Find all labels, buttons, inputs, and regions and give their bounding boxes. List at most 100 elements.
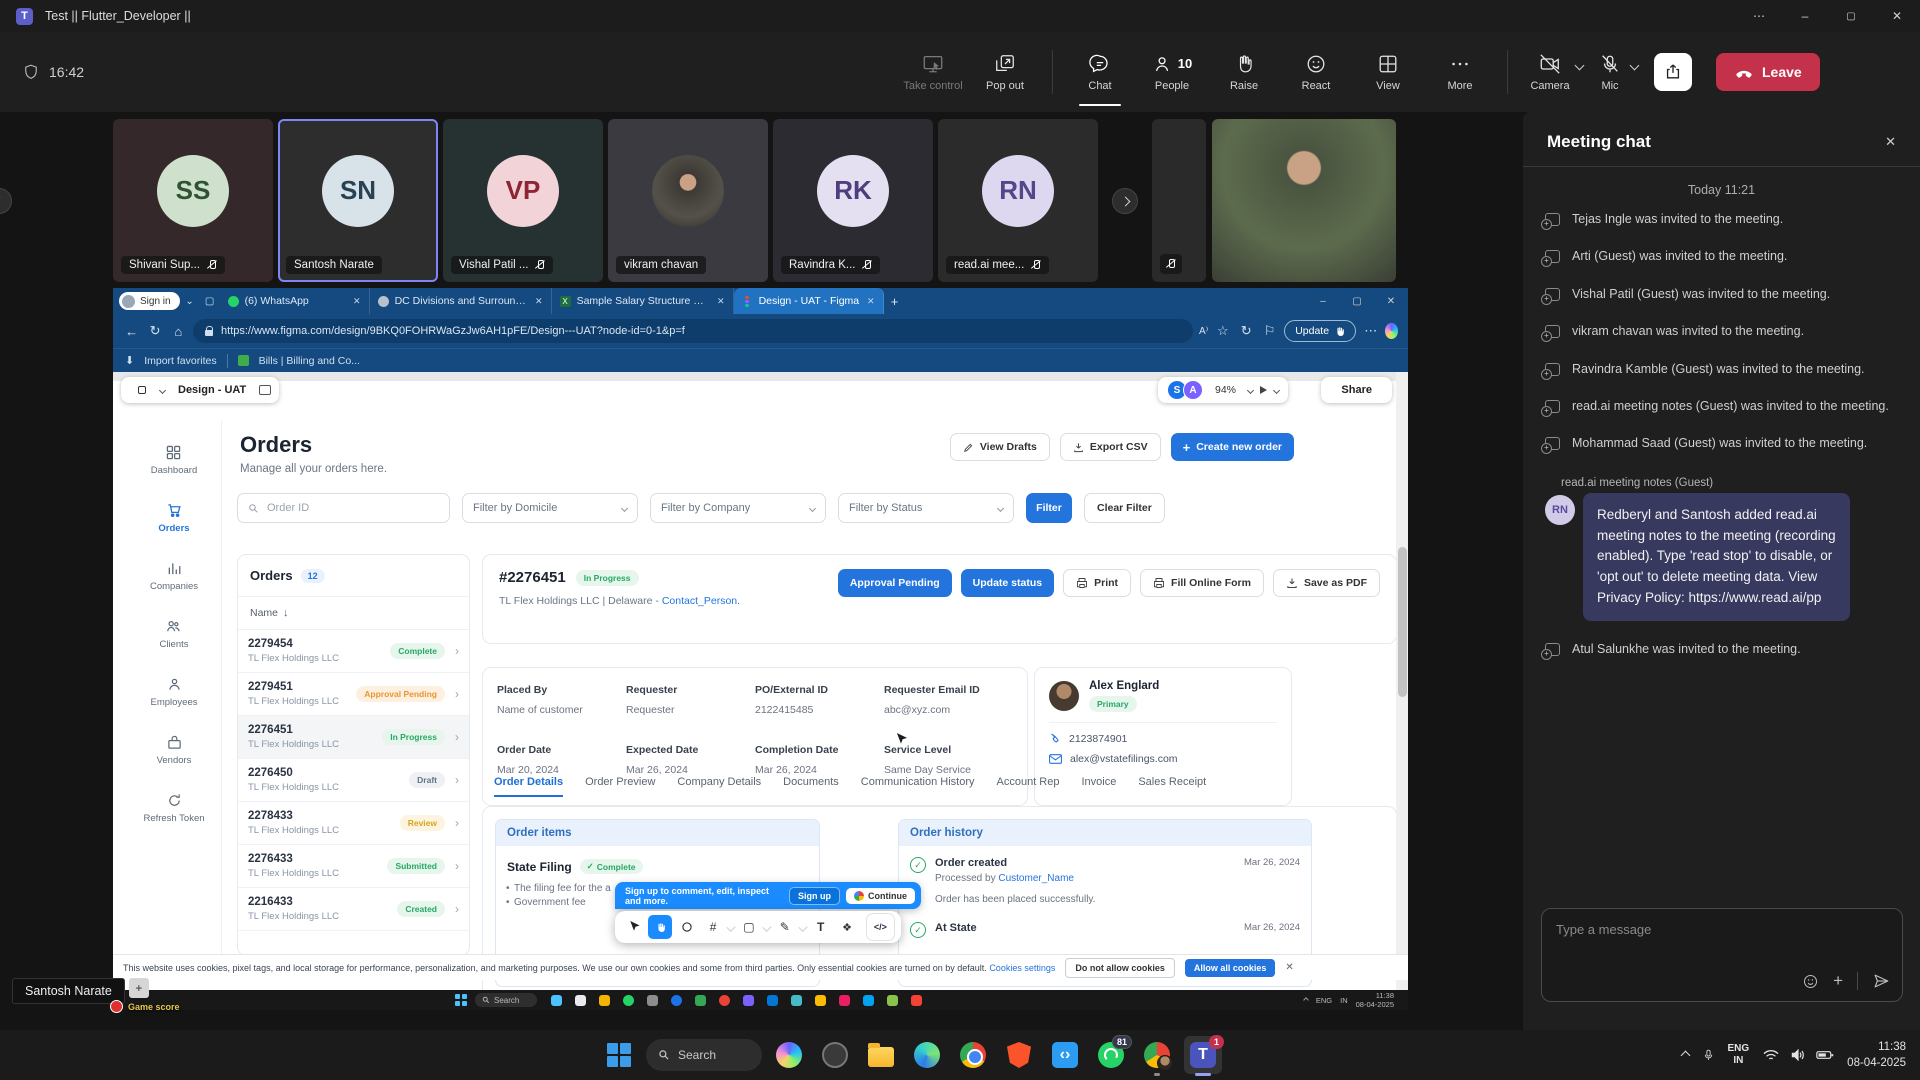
favorite-star-icon[interactable] [1214,323,1231,339]
tray-mic-icon[interactable] [1702,1047,1715,1063]
maximize-button[interactable] [1828,0,1874,32]
share-screen-button[interactable] [1654,53,1692,91]
order-list-row[interactable]: 2276450TL Flex Holdings LLCDraft [238,759,469,802]
order-list-row[interactable]: 2279454TL Flex Holdings LLCComplete [238,630,469,673]
frame-tool-icon[interactable] [737,915,760,939]
app-taskbar-icon[interactable] [816,1036,854,1074]
spotlight-video-tile[interactable] [1212,119,1396,282]
whatsapp-taskbar-icon[interactable]: 81 [1092,1036,1130,1074]
read-aloud-icon[interactable]: A⁾ [1199,326,1208,337]
import-favorites-link[interactable]: Import favorites [144,355,216,367]
brave-taskbar-icon[interactable] [1000,1036,1038,1074]
sync-icon[interactable] [1238,323,1255,339]
browser-profile-button[interactable]: Sign in [119,292,180,310]
update-button[interactable]: Update [1284,320,1356,342]
filter-button[interactable]: Filter [1026,493,1072,523]
layout-icon[interactable] [259,385,271,395]
customer-name-link[interactable]: Customer_Name [998,873,1074,884]
approval-pending-button[interactable]: Approval Pending [838,569,952,597]
filter-status-select[interactable]: Filter by Status [838,493,1014,523]
tab-order-details[interactable]: Order Details [494,776,563,797]
copilot-taskbar-icon[interactable] [770,1036,808,1074]
hand-tool-icon-active[interactable] [648,915,671,939]
edge-taskbar-icon[interactable] [908,1036,946,1074]
filmstrip-prev-button[interactable] [0,188,12,214]
participant-tile-active-speaker[interactable]: SN Santosh Narate [278,119,438,282]
tool-chevron-icon[interactable] [798,922,807,931]
present-icon[interactable] [1260,386,1267,394]
tab-invoice[interactable]: Invoice [1081,776,1116,797]
move-tool-icon[interactable] [622,915,645,939]
react-button[interactable]: React [1283,36,1349,108]
text-tool-icon[interactable] [809,915,832,939]
order-list-row[interactable]: 2279451TL Flex Holdings LLCApproval Pend… [238,673,469,716]
titlebar-more-icon[interactable] [1736,0,1782,32]
create-new-order-button[interactable]: Create new order [1171,433,1294,461]
participant-tile[interactable]: VP Vishal Patil ... [443,119,603,282]
close-chat-icon[interactable] [1885,134,1896,150]
pen-tool-icon[interactable] [773,915,796,939]
order-list-row[interactable]: 2216433TL Flex Holdings LLCCreated [238,888,469,931]
bills-bookmark-link[interactable]: Bills | Billing and Co... [259,355,360,367]
tool-chevron-icon[interactable] [726,922,735,931]
save-as-pdf-button[interactable]: Save as PDF [1273,569,1380,597]
component-tool-icon[interactable] [835,915,858,939]
tab-communication-history[interactable]: Communication History [861,776,975,797]
more-button[interactable]: More [1427,36,1493,108]
raise-hand-button[interactable]: Raise [1211,36,1277,108]
browser-close-button[interactable] [1374,288,1408,314]
vertical-tabs-icon[interactable]: ▢ [200,292,220,310]
close-button[interactable] [1874,0,1920,32]
page-scrollbar[interactable] [1396,372,1408,990]
hidden-icons-chevron[interactable] [1680,1050,1690,1060]
export-csv-button[interactable]: Export CSV [1060,433,1161,461]
pop-out-button[interactable]: Pop out [972,36,1038,108]
back-icon[interactable] [123,324,140,339]
figma-share-button[interactable]: Share [1321,377,1392,403]
sidebar-item-dashboard[interactable]: Dashboard [151,445,197,476]
filter-company-select[interactable]: Filter by Company [650,493,826,523]
system-tray-icons[interactable] [1762,1048,1834,1062]
address-bar[interactable]: https://www.figma.com/design/9BKQ0FOHRWa… [193,319,1193,343]
browser-tab-figma-active[interactable]: Design - UAT - Figma✕ [734,288,884,314]
send-icon[interactable] [1872,972,1890,990]
close-tab-icon[interactable]: ✕ [535,296,543,307]
order-list-row[interactable]: 2278433TL Flex Holdings LLCReview [238,802,469,845]
tab-documents[interactable]: Documents [783,776,839,797]
sidebar-item-employees[interactable]: Employees [151,677,198,708]
file-explorer-icon[interactable] [862,1036,900,1074]
deny-cookies-button[interactable]: Do not allow cookies [1065,958,1175,978]
attach-plus-icon[interactable] [1833,971,1843,991]
sidebar-item-clients[interactable]: Clients [159,619,188,650]
leave-button[interactable]: Leave [1716,53,1820,91]
browser-minimize-button[interactable] [1306,288,1340,314]
chrome-profile-taskbar-icon[interactable] [1138,1036,1176,1074]
taskbar-search[interactable]: Search [646,1039,762,1071]
sidebar-item-refresh-token[interactable]: Refresh Token [143,793,204,824]
browser-tab-excel[interactable]: Sample Salary Structure with calc✕ [552,288,734,314]
emoji-icon[interactable] [1802,973,1819,990]
zoom-level[interactable]: 94% [1210,384,1241,396]
print-button[interactable]: Print [1063,569,1131,597]
collaborator-avatar[interactable]: A [1183,380,1203,400]
browser-tab-whatsapp[interactable]: (6) WhatsApp✕ [220,288,370,314]
browser-essentials-icon[interactable]: ⚐ [1261,323,1278,339]
participant-tile[interactable]: SS Shivani Sup... [113,119,273,282]
chrome-taskbar-icon[interactable] [954,1036,992,1074]
tab-sales-receipt[interactable]: Sales Receipt [1138,776,1206,797]
copilot-icon[interactable] [1385,323,1398,339]
order-id-search-input[interactable]: Order ID [237,493,450,523]
update-status-button[interactable]: Update status [961,569,1054,597]
close-tab-icon[interactable]: ✕ [867,296,875,307]
tab-actions-icon[interactable]: ⌄ [180,292,200,310]
figma-doc-title[interactable]: Design - UAT [170,384,254,396]
browser-maximize-button[interactable] [1340,288,1374,314]
sidebar-item-companies[interactable]: Companies [150,561,198,592]
filter-domicile-select[interactable]: Filter by Domicile [462,493,638,523]
browser-tab-dc-divisions[interactable]: DC Divisions and Surroundings✕ [370,288,552,314]
region-tool-icon[interactable] [701,915,724,939]
close-tab-icon[interactable]: ✕ [353,296,361,307]
cookie-close-icon[interactable] [1285,962,1293,973]
browser-menu-icon[interactable] [1362,323,1379,339]
new-tab-button[interactable] [884,294,906,309]
